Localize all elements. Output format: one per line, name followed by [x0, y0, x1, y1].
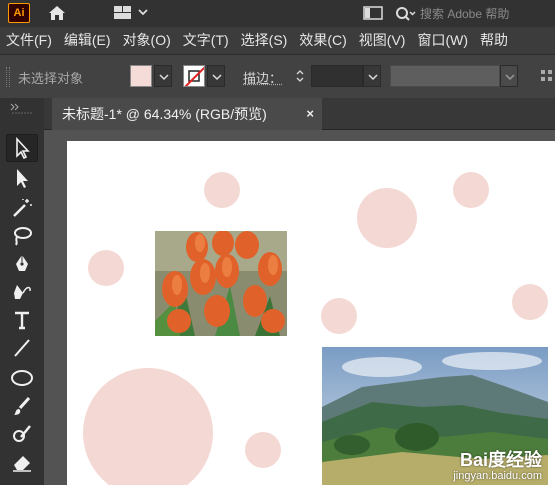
pink-circle[interactable] — [321, 298, 357, 334]
document-tab-bar: 未标题-1* @ 64.34% (RGB/预览) × — [44, 98, 555, 130]
document-tab[interactable]: 未标题-1* @ 64.34% (RGB/预览) × — [52, 98, 322, 130]
illustrator-logo: Ai — [8, 3, 30, 23]
menu-effect[interactable]: 效果(C) — [293, 27, 352, 54]
menu-edit[interactable]: 编辑(E) — [58, 27, 117, 54]
pink-circle[interactable] — [512, 284, 548, 320]
close-tab-button[interactable]: × — [306, 106, 314, 121]
home-icon[interactable] — [46, 3, 68, 23]
watermark-url: jingyan.baidu.com — [453, 470, 542, 482]
menu-type[interactable]: 文字(T) — [177, 27, 235, 54]
pen-tool-icon[interactable] — [6, 250, 38, 278]
menu-object[interactable]: 对象(O) — [117, 27, 177, 54]
artboard[interactable]: Bai度经验 jingyan.baidu.com — [67, 141, 555, 485]
mountain-landscape-photo[interactable]: Bai度经验 jingyan.baidu.com — [322, 347, 548, 485]
menu-help[interactable]: 帮助 — [474, 27, 514, 54]
help-search[interactable]: 搜索 Adobe 帮助 — [394, 0, 555, 27]
control-bar-grip[interactable] — [6, 67, 10, 87]
canvas-area[interactable]: Bai度经验 jingyan.baidu.com — [44, 131, 555, 485]
stroke-label[interactable]: 描边： — [243, 68, 282, 87]
search-placeholder: 搜索 Adobe 帮助 — [420, 7, 510, 21]
control-bar: 未选择对象 描边： — [0, 54, 555, 98]
shaper-tool-icon[interactable] — [6, 420, 38, 448]
stroke-weight-stepper[interactable] — [291, 65, 309, 87]
fill-dropdown-button[interactable] — [154, 65, 172, 87]
curvature-tool-icon[interactable] — [6, 278, 38, 306]
menu-file[interactable]: 文件(F) — [0, 27, 58, 54]
tools-panel — [0, 98, 44, 485]
baidu-watermark: Bai度经验 jingyan.baidu.com — [453, 450, 542, 483]
pink-circle[interactable] — [83, 368, 213, 485]
direct-selection-tool-icon[interactable] — [6, 164, 38, 192]
document-tab-title: 未标题-1* @ 64.34% (RGB/预览) — [62, 106, 267, 122]
eraser-tool-icon[interactable] — [6, 448, 38, 476]
menu-bar: 文件(F) 编辑(E) 对象(O) 文字(T) 选择(S) 效果(C) 视图(V… — [0, 27, 555, 54]
toolbar-collapse-icon[interactable] — [8, 102, 36, 114]
stroke-color-swatch[interactable] — [183, 65, 205, 87]
pink-circle[interactable] — [357, 188, 417, 248]
lasso-tool-icon[interactable] — [6, 222, 38, 250]
workspace-layout-icon[interactable] — [112, 4, 152, 22]
pink-circle[interactable] — [245, 432, 281, 468]
more-options-icon[interactable] — [540, 69, 554, 86]
selection-status: 未选择对象 — [18, 71, 84, 86]
line-segment-tool-icon[interactable] — [6, 334, 38, 362]
paintbrush-tool-icon[interactable] — [6, 392, 38, 420]
magic-wand-tool-icon[interactable] — [6, 194, 38, 222]
profile-dropdown[interactable] — [500, 65, 518, 87]
search-icon — [394, 5, 416, 23]
tulips-photo[interactable] — [155, 231, 287, 336]
watermark-brand: Bai度经验 — [459, 450, 542, 470]
selection-tool-icon[interactable] — [6, 134, 38, 162]
pink-circle[interactable] — [204, 172, 240, 208]
panel-toggle-icon[interactable] — [362, 4, 384, 22]
variable-width-profile[interactable] — [390, 65, 500, 87]
menu-window[interactable]: 窗口(W) — [411, 27, 474, 54]
menu-select[interactable]: 选择(S) — [235, 27, 294, 54]
fill-color-swatch[interactable] — [130, 65, 152, 87]
type-tool-icon[interactable] — [6, 306, 38, 334]
stroke-weight-input[interactable] — [311, 65, 363, 87]
pink-circle[interactable] — [88, 250, 124, 286]
ellipse-tool-icon[interactable] — [6, 364, 38, 392]
menu-view[interactable]: 视图(V) — [353, 27, 412, 54]
app-title-bar: Ai 搜索 Adobe 帮助 — [0, 0, 555, 27]
stroke-dropdown-button[interactable] — [207, 65, 225, 87]
pink-circle[interactable] — [453, 172, 489, 208]
stroke-weight-dropdown[interactable] — [363, 65, 381, 87]
